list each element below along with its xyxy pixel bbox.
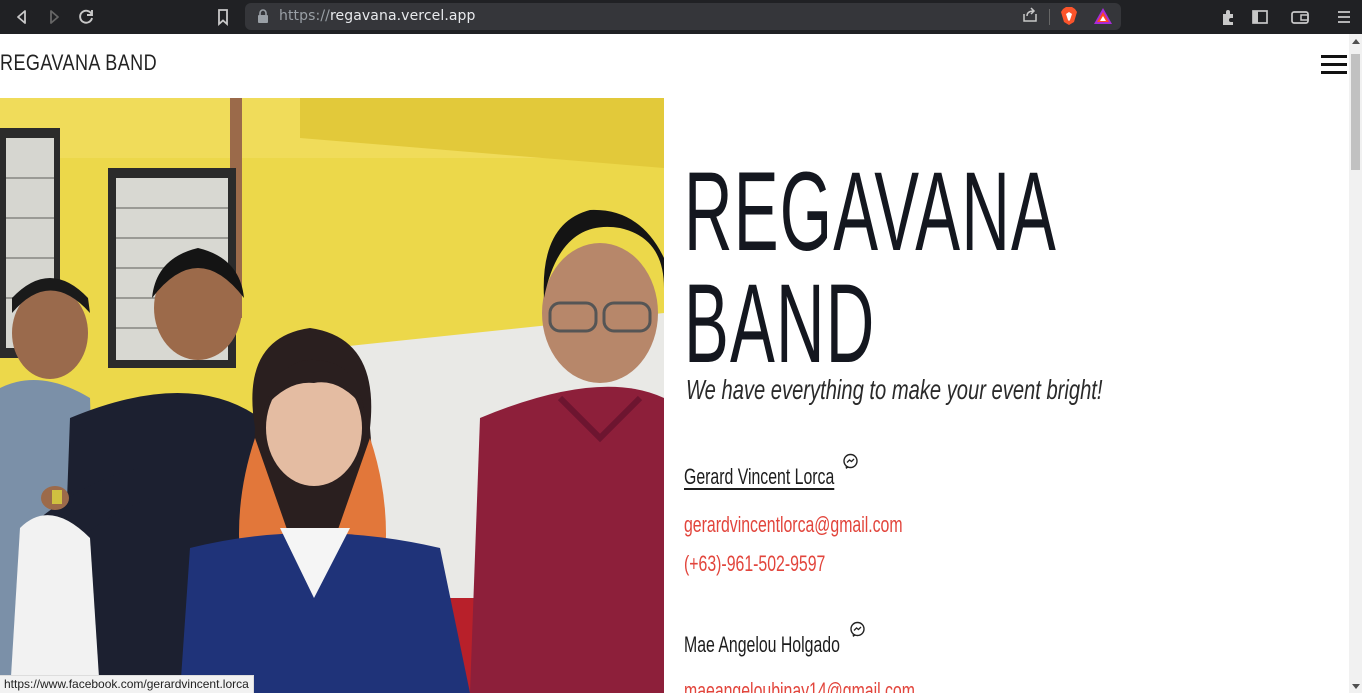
page-scrollbar[interactable] bbox=[1349, 34, 1362, 693]
link-status-bar: https://www.facebook.com/gerardvincent.l… bbox=[0, 675, 254, 693]
contact-phone-link[interactable]: (+63)-961-502-9597 bbox=[684, 551, 825, 577]
contact-name-link[interactable]: Gerard Vincent Lorca bbox=[684, 464, 834, 490]
messenger-icon[interactable] bbox=[849, 621, 866, 638]
back-icon[interactable] bbox=[10, 5, 34, 29]
url-host: regavana.vercel.app bbox=[329, 8, 476, 24]
band-photo bbox=[0, 98, 664, 693]
forward-icon[interactable] bbox=[42, 5, 66, 29]
share-icon[interactable] bbox=[1019, 6, 1041, 28]
scrollbar-thumb[interactable] bbox=[1351, 54, 1360, 170]
hero-tagline: We have everything to make your event br… bbox=[686, 374, 1103, 405]
address-bar[interactable]: https://regavana.vercel.app bbox=[245, 3, 1121, 30]
wallet-icon[interactable] bbox=[1288, 5, 1312, 29]
url-scheme: https:// bbox=[279, 8, 330, 24]
hero-title: REGAVANA BAND bbox=[684, 156, 1057, 380]
brave-rewards-icon[interactable] bbox=[1093, 6, 1113, 26]
address-separator bbox=[1049, 9, 1050, 25]
hero-title-line2: BAND bbox=[684, 261, 876, 386]
hamburger-menu-icon[interactable] bbox=[1321, 55, 1347, 75]
lock-icon bbox=[258, 9, 268, 23]
url-text: https://regavana.vercel.app bbox=[279, 8, 476, 24]
reload-icon[interactable] bbox=[74, 5, 98, 29]
scroll-up-arrow-icon[interactable] bbox=[1352, 39, 1360, 44]
messenger-icon[interactable] bbox=[842, 453, 859, 470]
extensions-icon[interactable] bbox=[1216, 5, 1240, 29]
contact-email-link[interactable]: maeangeloubinay14@gmail.com bbox=[684, 678, 915, 693]
browser-toolbar: https://regavana.vercel.app bbox=[0, 0, 1362, 34]
navbar-brand[interactable]: REGAVANA BAND bbox=[0, 50, 157, 76]
contact-email-link[interactable]: gerardvincentlorca@gmail.com bbox=[684, 512, 903, 538]
contact-name[interactable]: Mae Angelou Holgado bbox=[684, 632, 840, 658]
hero-title-line1: REGAVANA bbox=[684, 149, 1058, 274]
scroll-down-arrow-icon[interactable] bbox=[1352, 684, 1360, 689]
web-page: REGAVANA BAND REGAVANA BAND We have ever… bbox=[0, 34, 1349, 693]
sidebar-icon[interactable] bbox=[1248, 5, 1272, 29]
brave-shields-icon[interactable] bbox=[1059, 6, 1079, 26]
menu-icon[interactable] bbox=[1332, 5, 1356, 29]
bookmark-icon[interactable] bbox=[211, 5, 235, 29]
